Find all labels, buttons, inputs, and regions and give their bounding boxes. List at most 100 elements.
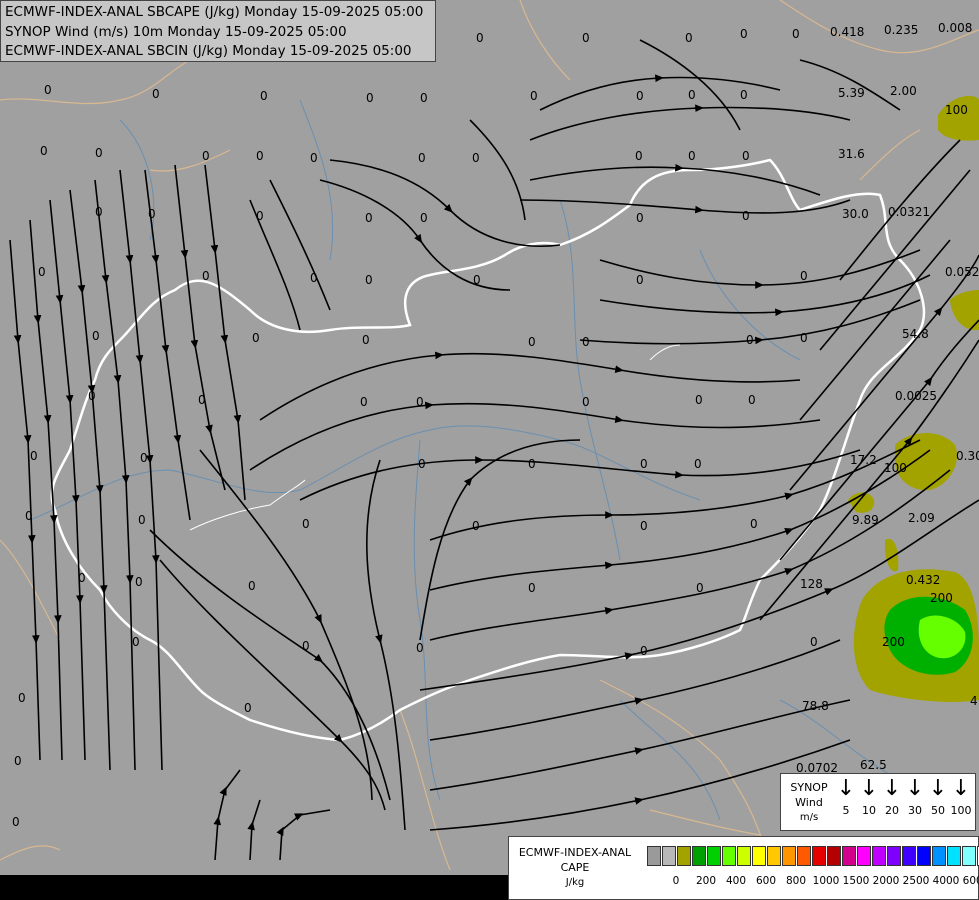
value-label: 78.8 <box>802 699 829 713</box>
streamlines <box>9 39 979 861</box>
value-label: 0 <box>688 88 696 102</box>
value-label: 0 <box>473 273 481 287</box>
value-label: 0 <box>310 271 318 285</box>
value-label: 2.09 <box>908 511 935 525</box>
value-label: 0 <box>530 89 538 103</box>
value-label: 0 <box>695 393 703 407</box>
cape-swatch <box>752 846 766 866</box>
value-label: 0 <box>256 209 264 223</box>
value-label: 200 <box>930 591 953 605</box>
cape-swatch <box>722 846 736 866</box>
cape-swatch <box>812 846 826 866</box>
value-label: 0 <box>260 89 268 103</box>
cape-tick-label: 800 <box>785 875 807 887</box>
cape-swatch <box>707 846 721 866</box>
cape-swatch <box>647 846 661 866</box>
value-label: 0 <box>78 571 86 585</box>
value-label: 0 <box>38 265 46 279</box>
cape-swatch <box>677 846 691 866</box>
cape-swatch <box>692 846 706 866</box>
synop-speed-20: ↓ 20 <box>882 776 902 818</box>
value-label: 100 <box>945 103 968 117</box>
value-label: 0 <box>25 509 33 523</box>
cape-swatch-row <box>647 846 979 866</box>
value-label: 0 <box>696 581 704 595</box>
value-label: 0 <box>742 209 750 223</box>
cape-swatch <box>797 846 811 866</box>
value-label: 0 <box>416 395 424 409</box>
value-label: 0 <box>366 91 374 105</box>
cape-swatch <box>662 846 676 866</box>
value-label: 0 <box>12 815 20 829</box>
cape-swatch <box>737 846 751 866</box>
value-label: 0 <box>14 754 22 768</box>
value-label: 0 <box>420 91 428 105</box>
value-label: 0.418 <box>830 25 864 39</box>
cape-tick-label: 0 <box>672 875 680 887</box>
value-label: 0 <box>202 269 210 283</box>
value-label: 0 <box>418 151 426 165</box>
value-label: 0 <box>18 691 26 705</box>
value-label: 0 <box>635 149 643 163</box>
value-label: 0 <box>640 519 648 533</box>
value-label: 0 <box>44 83 52 97</box>
value-label: 0.008 <box>938 21 972 35</box>
value-label: 0 <box>302 639 310 653</box>
value-label: 0 <box>582 395 590 409</box>
synop-speed-50: ↓ 50 <box>928 776 948 818</box>
cape-tick-label: 2000 <box>872 875 900 887</box>
value-label: 0 <box>148 207 156 221</box>
value-label: 0 <box>418 457 426 471</box>
value-label: 0 <box>92 329 100 343</box>
wind-arrow-icon: ↓ <box>928 776 948 801</box>
map-canvas: 0 0 0 0 0 0 0 0 0 0 0 0 0 0 0 0 0 0 0 0 … <box>0 0 979 900</box>
value-label: 0 <box>640 644 648 658</box>
cape-color-legend: ECMWF-INDEX-ANAL CAPE J/kg 0 200 400 600 800… <box>508 836 979 900</box>
synop-legend-title: SYNOP Wind m/s <box>790 781 828 823</box>
value-label: 2.00 <box>890 84 917 98</box>
value-label: 0 <box>750 517 758 531</box>
value-label: 0 <box>420 211 428 225</box>
wind-arrow-icon: ↓ <box>859 776 879 801</box>
cape-swatch <box>962 846 976 866</box>
inner-lakes <box>189 344 681 531</box>
value-label: 128 <box>800 577 823 591</box>
value-label: 0 <box>685 31 693 45</box>
value-label: 30.0 <box>842 207 869 221</box>
value-label: 0 <box>362 333 370 347</box>
cape-tick-label: 2500 <box>902 875 930 887</box>
value-label: 0 <box>636 89 644 103</box>
value-label: 0 <box>582 31 590 45</box>
value-label: 62.5 <box>860 758 887 772</box>
wind-arrow-icon: ↓ <box>836 776 856 801</box>
cape-swatch <box>932 846 946 866</box>
value-label: 0 <box>256 149 264 163</box>
value-label: 0.235 <box>884 23 918 37</box>
value-label: 0 <box>636 211 644 225</box>
cape-swatch <box>872 846 886 866</box>
value-label: 54.8 <box>902 327 929 341</box>
header-wind-title: SYNOP Wind (m/s) 10m Monday 15-09-2025 0… <box>5 23 347 40</box>
value-label: 0 <box>252 331 260 345</box>
value-label: 0 <box>152 87 160 101</box>
value-label: 0 <box>198 393 206 407</box>
value-label: 0 <box>30 449 38 463</box>
header-cape-title: ECMWF-INDEX-ANAL SBCAPE (J/kg) Monday 15… <box>5 4 424 20</box>
value-label: 0 <box>138 513 146 527</box>
cape-swatch <box>902 846 916 866</box>
value-label: 0 <box>528 457 536 471</box>
value-label: 0 <box>748 393 756 407</box>
cape-swatch <box>782 846 796 866</box>
cape-tick-label: 200 <box>695 875 717 887</box>
value-labels: 0 0 0 0 0 0 0 0 0 0 0 0 0 0 0 0 0 0 0 0 … <box>12 21 979 829</box>
cape-tick-label: 6000 <box>962 875 979 887</box>
value-label: 0 <box>800 331 808 345</box>
cape-swatch <box>842 846 856 866</box>
cape-swatch <box>917 846 931 866</box>
cape-tick-label: 400 <box>725 875 747 887</box>
value-label: 0 <box>416 641 424 655</box>
value-label: 0 <box>740 88 748 102</box>
value-label: 0 <box>140 451 148 465</box>
cape-tick-label: 600 <box>755 875 777 887</box>
value-label: 0 <box>95 146 103 160</box>
